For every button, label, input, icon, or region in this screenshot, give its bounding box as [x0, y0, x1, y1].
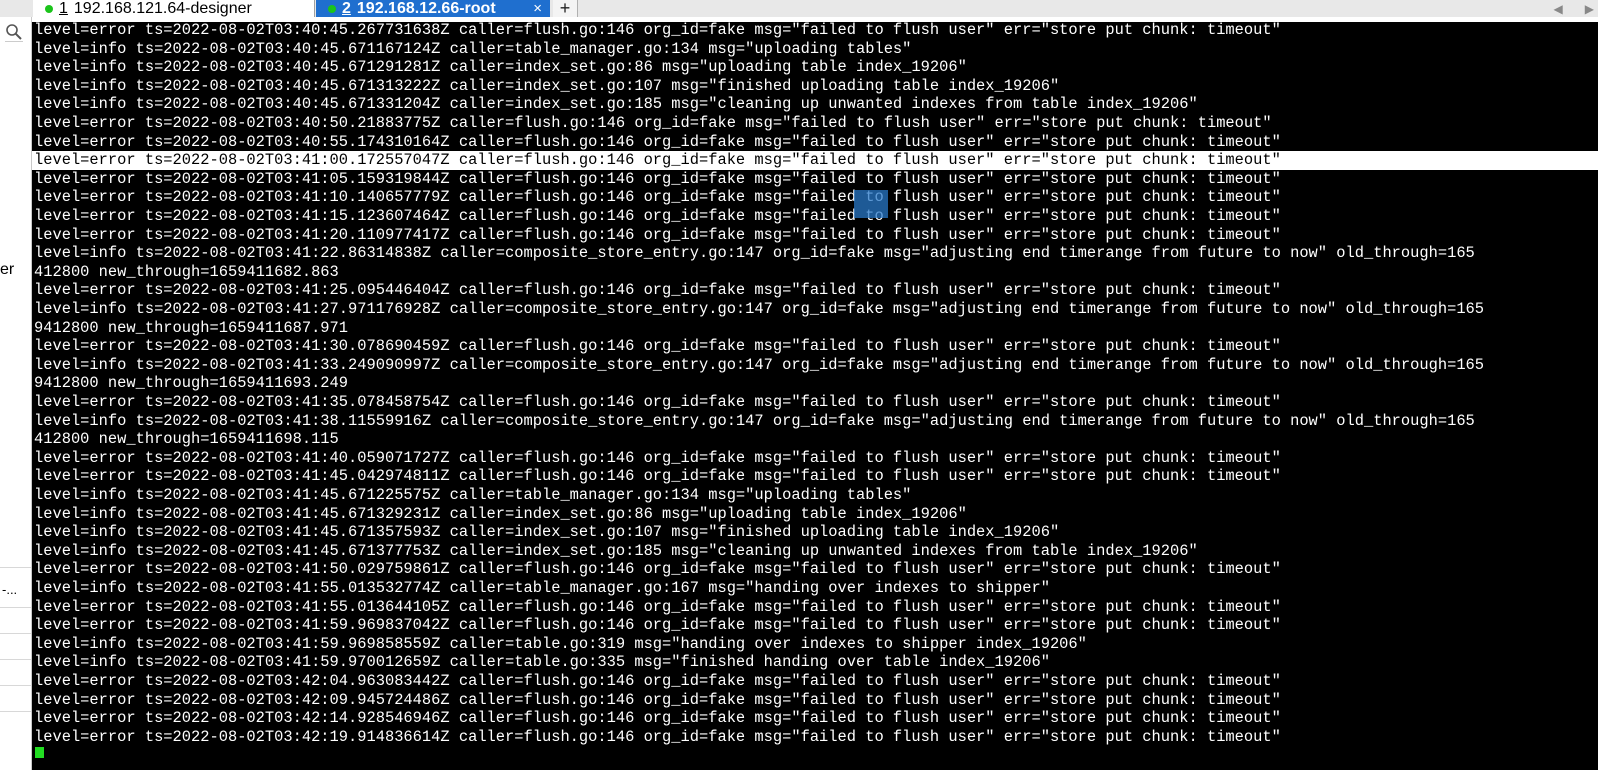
- terminal-line: level=info ts=2022-08-02T03:41:59.969858…: [34, 634, 1087, 653]
- tab-session-1[interactable]: 1 192.168.121.64-designer: [33, 0, 315, 17]
- terminal-line: level=error ts=2022-08-02T03:41:40.05907…: [34, 448, 1281, 467]
- divider: [0, 567, 31, 568]
- terminal-line: level=info ts=2022-08-02T03:41:22.863148…: [34, 244, 1475, 263]
- terminal-line: level=info ts=2022-08-02T03:41:45.671329…: [34, 504, 967, 523]
- terminal-line: level=info ts=2022-08-02T03:40:45.671331…: [34, 95, 1198, 114]
- terminal-line: level=error ts=2022-08-02T03:40:50.21883…: [34, 114, 1272, 132]
- terminal-output[interactable]: level=error ts=2022-08-02T03:42:19.91483…: [32, 22, 1598, 770]
- session-tab-bar: 1 192.168.121.64-designer 2 192.168.12.6…: [0, 0, 1598, 17]
- terminal-line: level=error ts=2022-08-02T03:42:04.96308…: [34, 672, 1281, 690]
- divider: [0, 685, 31, 686]
- terminal-line: level=info ts=2022-08-02T03:40:45.671167…: [34, 39, 912, 58]
- terminal-line: level=error ts=2022-08-02T03:41:30.07869…: [34, 337, 1281, 356]
- terminal-line: level=info ts=2022-08-02T03:41:59.970012…: [34, 653, 1050, 672]
- terminal-line: level=error ts=2022-08-02T03:40:55.17431…: [34, 132, 1281, 151]
- search-icon[interactable]: [5, 23, 23, 42]
- terminal-line: level=info ts=2022-08-02T03:41:45.671225…: [34, 486, 912, 504]
- selection-marker: [854, 190, 888, 218]
- close-tab-icon[interactable]: ×: [533, 0, 542, 17]
- terminal-line: 412800 new_through=1659411682.863: [34, 262, 339, 281]
- terminal-line: level=error ts=2022-08-02T03:42:09.94572…: [34, 690, 1281, 709]
- terminal-line: level=info ts=2022-08-02T03:40:45.671313…: [34, 76, 1060, 95]
- terminal-line: level=error ts=2022-08-02T03:41:59.96983…: [34, 616, 1281, 635]
- terminal-line: level=info ts=2022-08-02T03:41:33.249090…: [34, 355, 1485, 374]
- scroll-tabs-right-icon[interactable]: ▶: [1585, 2, 1594, 16]
- terminal-line: level=info ts=2022-08-02T03:41:27.971176…: [34, 300, 1485, 318]
- tab-number: 2: [342, 0, 351, 17]
- session-manager-pane: er -...: [0, 17, 32, 770]
- terminal-line: level=error ts=2022-08-02T03:41:15.12360…: [34, 207, 1281, 225]
- terminal-line: level=error ts=2022-08-02T03:42:14.92854…: [34, 709, 1281, 728]
- terminal-line: level=error ts=2022-08-02T03:41:25.09544…: [34, 281, 1281, 300]
- tab-scroll-controls: ◀ ▶: [1554, 0, 1594, 17]
- tab-label: 192.168.121.64-designer: [73, 0, 252, 17]
- terminal-line: level=error ts=2022-08-02T03:41:00.17255…: [32, 151, 1598, 170]
- terminal-line: 9412800 new_through=1659411687.971: [34, 318, 349, 337]
- divider: [0, 607, 31, 608]
- terminal-line: level=error ts=2022-08-02T03:40:45.26773…: [34, 22, 1281, 39]
- terminal-line: level=info ts=2022-08-02T03:41:55.013532…: [34, 579, 1050, 597]
- tab-label: 192.168.12.66-root: [356, 0, 496, 17]
- tab-number: 1: [59, 0, 68, 17]
- terminal-line: 412800 new_through=1659411698.115: [34, 430, 339, 449]
- terminal-line: level=error ts=2022-08-02T03:42:19.91483…: [34, 727, 1281, 746]
- terminal-cursor: [35, 747, 44, 758]
- truncated-pane-text: -...: [2, 582, 18, 597]
- terminal-line: level=error ts=2022-08-02T03:41:55.01364…: [34, 597, 1281, 616]
- new-tab-button[interactable]: +: [553, 0, 578, 17]
- terminal-line: level=error ts=2022-08-02T03:41:05.15931…: [34, 169, 1281, 188]
- terminal-line: level=error ts=2022-08-02T03:41:35.07845…: [34, 393, 1281, 411]
- terminal-line: level=error ts=2022-08-02T03:41:20.11097…: [34, 225, 1281, 244]
- connected-status-icon: [328, 4, 336, 13]
- scroll-tabs-left-icon[interactable]: ◀: [1554, 2, 1563, 16]
- terminal-line: level=info ts=2022-08-02T03:40:45.671291…: [34, 58, 967, 77]
- terminal-line: 9412800 new_through=1659411693.249: [34, 374, 349, 393]
- truncated-pane-text: er: [0, 261, 15, 278]
- divider: [0, 711, 31, 712]
- terminal-line: level=info ts=2022-08-02T03:41:45.671377…: [34, 541, 1198, 560]
- terminal-line: level=error ts=2022-08-02T03:41:50.02975…: [34, 560, 1281, 579]
- tab-session-2[interactable]: 2 192.168.12.66-root ×: [316, 0, 550, 17]
- terminal-line: level=error ts=2022-08-02T03:41:10.14065…: [34, 188, 1281, 207]
- divider: [0, 659, 31, 660]
- terminal-line: level=info ts=2022-08-02T03:41:38.115599…: [34, 411, 1475, 430]
- connected-status-icon: [45, 4, 53, 13]
- terminal-line: level=error ts=2022-08-02T03:41:45.04297…: [34, 467, 1281, 486]
- divider: [0, 633, 31, 634]
- terminal-line: level=info ts=2022-08-02T03:41:45.671357…: [34, 523, 1060, 542]
